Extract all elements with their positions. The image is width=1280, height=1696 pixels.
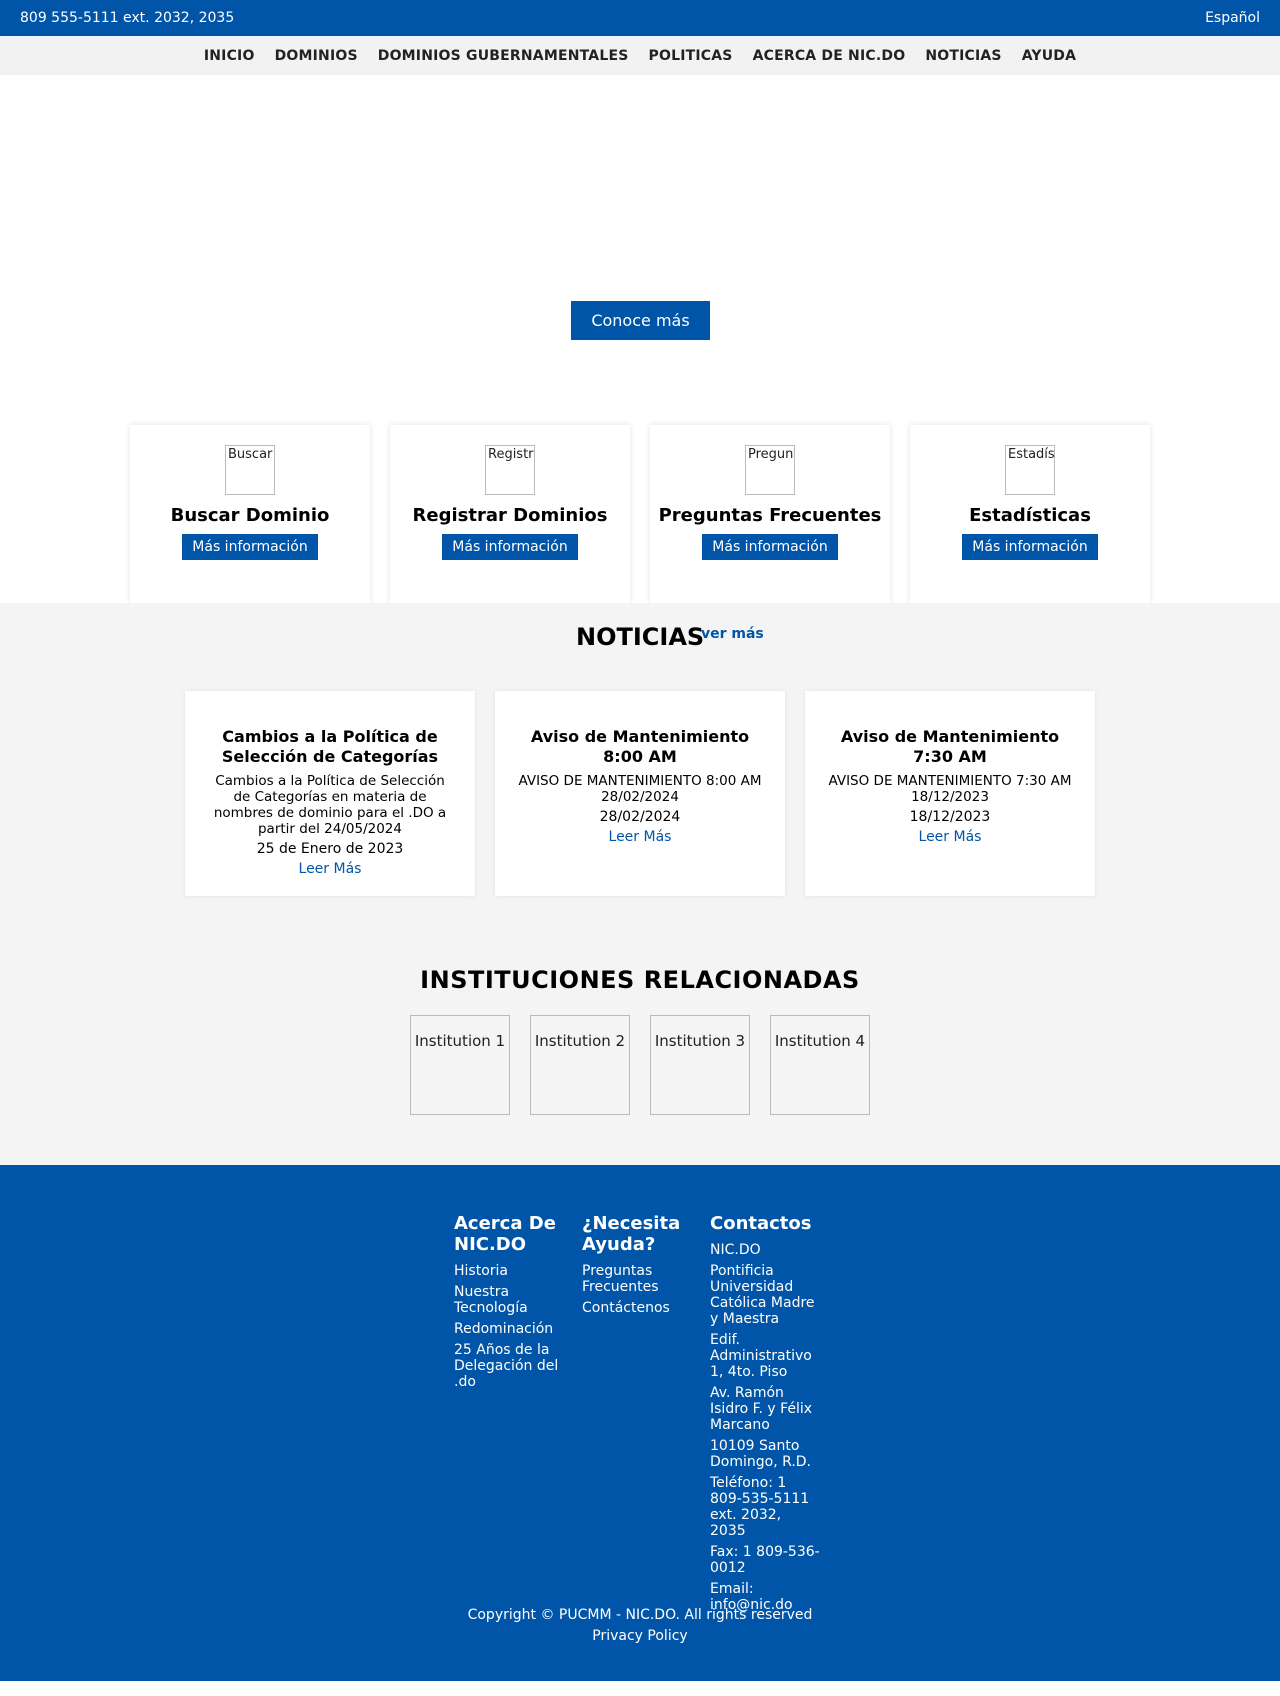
- nav-inicio[interactable]: INICIO: [204, 48, 255, 64]
- estadisticas-image: Estadísticas: [1005, 445, 1055, 495]
- main-nav: INICIO DOMINIOS DOMINIOS GUBERNAMENTALES…: [0, 36, 1280, 75]
- news-more-link[interactable]: ver más: [701, 626, 764, 642]
- institution-logo[interactable]: Institution 4: [770, 1015, 870, 1115]
- footer-about-column: Acerca De NIC.DO Historia Nuestra Tecnol…: [454, 1213, 564, 1395]
- news-title: Aviso de Mantenimiento 8:00 AM: [530, 727, 750, 766]
- news-title: Cambios a la Política de Selección de Ca…: [221, 727, 439, 766]
- top-bar: 809 555-5111 ext. 2032, 2035 Español: [0, 0, 1280, 36]
- language-selector[interactable]: Español: [1205, 10, 1260, 26]
- news-card: Aviso de Mantenimiento 8:00 AM AVISO DE …: [495, 691, 785, 896]
- card-preguntas-frecuentes: Preguntas Frecuentes Preguntas Frecuente…: [650, 425, 890, 603]
- card-registrar-dominios: Registrar Dominios Registrar Dominios Má…: [390, 425, 630, 603]
- card-title: Buscar Dominio: [170, 505, 330, 526]
- news-summary: Cambios a la Política de Selección de Ca…: [213, 773, 447, 837]
- service-cards: Buscar Dominio Buscar Dominio Más inform…: [130, 425, 1150, 603]
- preguntas-frecuentes-info-button[interactable]: Más información: [702, 534, 838, 560]
- footer-about-title: Acerca De NIC.DO: [454, 1213, 556, 1255]
- card-title: Preguntas Frecuentes: [658, 505, 882, 526]
- privacy-policy-link[interactable]: Privacy Policy: [0, 1628, 1280, 1644]
- institution-logo[interactable]: Institution 1: [410, 1015, 510, 1115]
- footer-link-25-anos[interactable]: 25 Años de la Delegación del .do: [454, 1342, 564, 1390]
- footer-contacts-title: Contactos: [710, 1213, 812, 1234]
- buscar-dominio-info-button[interactable]: Más información: [182, 534, 318, 560]
- footer-help-title: ¿Necesita Ayuda?: [582, 1213, 681, 1255]
- footer-link-faq[interactable]: Preguntas Frecuentes: [582, 1263, 692, 1295]
- contact-line: Av. Ramón Isidro F. y Félix Marcano: [710, 1385, 813, 1433]
- nav-politicas[interactable]: POLITICAS: [649, 48, 733, 64]
- institution-logo[interactable]: Institution 2: [530, 1015, 630, 1115]
- conoce-mas-button[interactable]: Conoce más: [571, 301, 710, 340]
- news-title: Aviso de Mantenimiento 7:30 AM: [840, 727, 1060, 766]
- preguntas-frecuentes-image: Preguntas Frecuentes: [745, 445, 795, 495]
- contact-line: 10109 Santo Domingo, R.D.: [710, 1438, 812, 1470]
- nav-ayuda[interactable]: AYUDA: [1022, 48, 1076, 64]
- footer-link-historia[interactable]: Historia: [454, 1263, 564, 1279]
- institutions-list: Institution 1 Institution 2 Institution …: [410, 1015, 870, 1115]
- contact-phone: 809 555-5111 ext. 2032, 2035: [20, 10, 235, 26]
- footer-link-tecnologia[interactable]: Nuestra Tecnología: [454, 1284, 564, 1316]
- news-summary: AVISO DE MANTENIMIENTO 8:00 AM 28/02/202…: [518, 773, 762, 805]
- registrar-dominios-image: Registrar Dominios: [485, 445, 535, 495]
- contact-line: Teléfono: 1 809-535-5111 ext. 2032, 2035: [710, 1475, 810, 1539]
- contact-line: NIC.DO: [710, 1242, 761, 1258]
- news-date: 28/02/2024: [599, 809, 681, 825]
- nav-acerca[interactable]: ACERCA DE NIC.DO: [753, 48, 906, 64]
- footer-contacts-column: Contactos NIC.DO Pontificia Universidad …: [710, 1213, 820, 1618]
- news-read-more-link[interactable]: Leer Más: [205, 861, 455, 877]
- nav-dominios-gubernamentales[interactable]: DOMINIOS GUBERNAMENTALES: [378, 48, 629, 64]
- news-date: 18/12/2023: [909, 809, 991, 825]
- registrar-dominios-info-button[interactable]: Más información: [442, 534, 578, 560]
- copyright: Copyright © PUCMM - NIC.DO. All rights r…: [467, 1607, 813, 1623]
- news-heading: NOTICIAS: [576, 623, 705, 651]
- institutions-heading: INSTITUCIONES RELACIONADAS: [420, 966, 860, 994]
- institution-logo[interactable]: Institution 3: [650, 1015, 750, 1115]
- news-card: Aviso de Mantenimiento 7:30 AM AVISO DE …: [805, 691, 1095, 896]
- card-estadisticas: Estadísticas Estadísticas Más informació…: [910, 425, 1150, 603]
- news-read-more-link[interactable]: Leer Más: [515, 829, 765, 845]
- nav-noticias[interactable]: NOTICIAS: [925, 48, 1001, 64]
- contact-line: Fax: 1 809-536-0012: [710, 1544, 820, 1576]
- news-summary: AVISO DE MANTENIMIENTO 7:30 AM 18/12/202…: [828, 773, 1072, 805]
- news-date: 25 de Enero de 2023: [256, 841, 404, 857]
- news-card: Cambios a la Política de Selección de Ca…: [185, 691, 475, 896]
- news-list: Cambios a la Política de Selección de Ca…: [185, 691, 1095, 896]
- footer-link-contacto[interactable]: Contáctenos: [582, 1300, 692, 1316]
- footer: Acerca De NIC.DO Historia Nuestra Tecnol…: [0, 1165, 1280, 1681]
- news-read-more-link[interactable]: Leer Más: [825, 829, 1075, 845]
- contact-line: Edif. Administrativo 1, 4to. Piso: [710, 1332, 812, 1380]
- card-buscar-dominio: Buscar Dominio Buscar Dominio Más inform…: [130, 425, 370, 603]
- footer-link-redominacion[interactable]: Redominación: [454, 1321, 564, 1337]
- estadisticas-info-button[interactable]: Más información: [962, 534, 1098, 560]
- footer-help-column: ¿Necesita Ayuda? Preguntas Frecuentes Co…: [582, 1213, 692, 1321]
- card-title: Estadísticas: [969, 505, 1091, 526]
- buscar-dominio-image: Buscar Dominio: [225, 445, 275, 495]
- nav-dominios[interactable]: DOMINIOS: [275, 48, 358, 64]
- card-title: Registrar Dominios: [412, 505, 608, 526]
- contact-line: Pontificia Universidad Católica Madre y …: [710, 1263, 815, 1327]
